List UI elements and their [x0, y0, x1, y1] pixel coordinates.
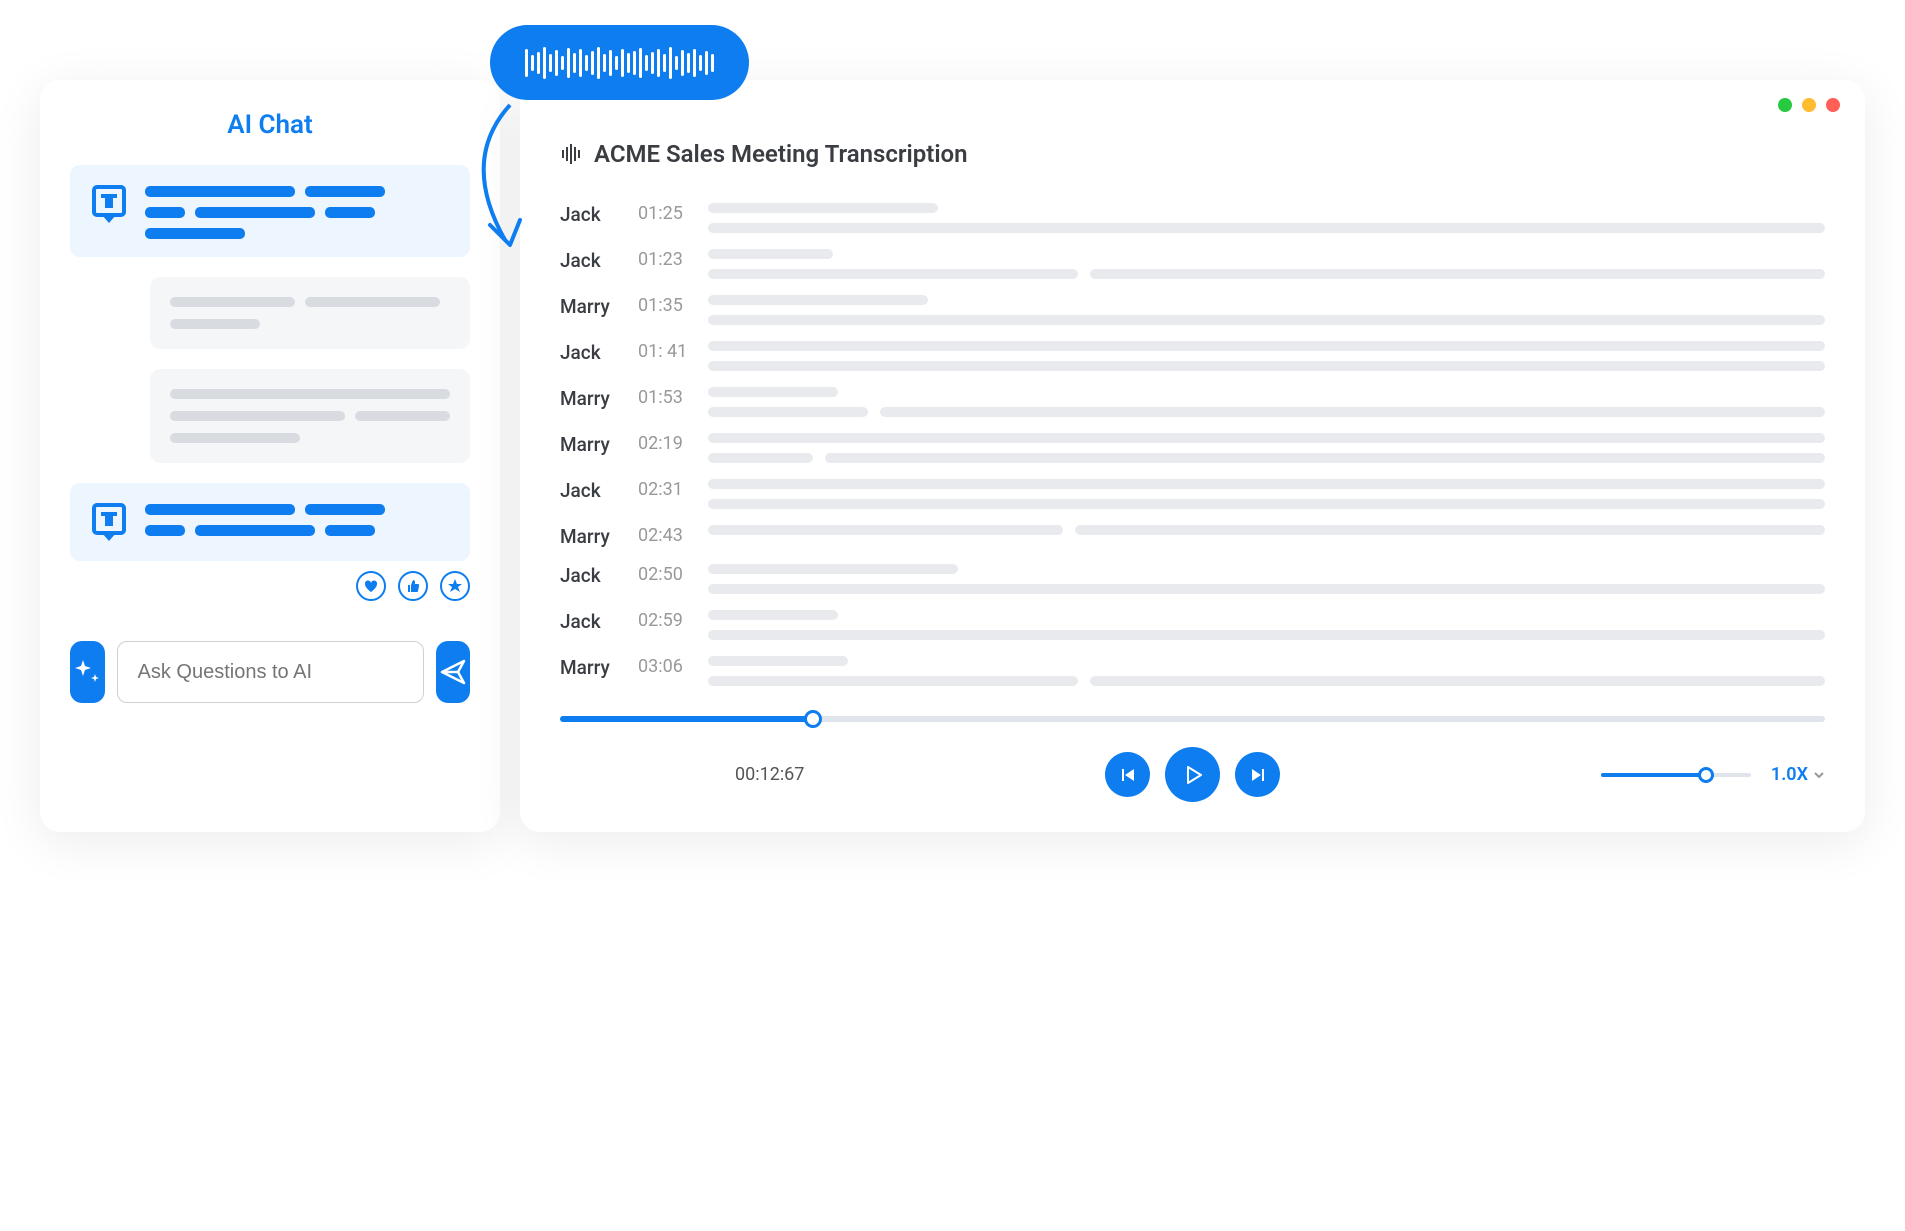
- chat-title: AI Chat: [70, 110, 470, 140]
- speaker-name: Jack: [560, 203, 638, 226]
- speaker-name: Marry: [560, 387, 638, 410]
- table-row: Jack 02:59: [560, 610, 1825, 640]
- audio-waveform-pill: [490, 25, 749, 100]
- transcription-icon: [560, 143, 582, 165]
- window-dot-yellow[interactable]: [1802, 98, 1816, 112]
- speaker-name: Marry: [560, 295, 638, 318]
- window-controls: [1778, 98, 1840, 112]
- star-button[interactable]: [440, 571, 470, 601]
- play-icon: [1182, 764, 1204, 786]
- speaker-name: Jack: [560, 341, 638, 364]
- timestamp: 03:06: [638, 656, 708, 677]
- send-button[interactable]: [436, 641, 471, 703]
- sparkle-button[interactable]: [70, 641, 105, 703]
- ai-message: [70, 165, 470, 257]
- speaker-name: Jack: [560, 249, 638, 272]
- skip-back-icon: [1118, 765, 1138, 785]
- chevron-down-icon: [1813, 769, 1825, 781]
- next-button[interactable]: [1235, 752, 1280, 797]
- speaker-name: Jack: [560, 610, 638, 633]
- audio-progress-bar[interactable]: [560, 716, 1825, 722]
- volume-slider[interactable]: [1601, 773, 1751, 777]
- table-row: Marry 03:06: [560, 656, 1825, 686]
- ai-chat-panel: AI Chat: [40, 80, 500, 832]
- timestamp: 01:25: [638, 203, 708, 224]
- arrow-icon: [460, 100, 550, 255]
- skip-forward-icon: [1248, 765, 1268, 785]
- speaker-name: Marry: [560, 525, 638, 548]
- window-dot-green[interactable]: [1778, 98, 1792, 112]
- table-row: Marry 01:53: [560, 387, 1825, 417]
- timestamp: 01:53: [638, 387, 708, 408]
- speaker-name: Jack: [560, 479, 638, 502]
- table-row: Jack 01:23: [560, 249, 1825, 279]
- ai-message: [70, 483, 470, 561]
- play-button[interactable]: [1165, 747, 1220, 802]
- timestamp: 02:43: [638, 525, 708, 546]
- speed-selector[interactable]: 1.0X: [1771, 764, 1825, 785]
- table-row: Jack 01:25: [560, 203, 1825, 233]
- timestamp: 01:35: [638, 295, 708, 316]
- speaker-name: Marry: [560, 433, 638, 456]
- timestamp: 02:31: [638, 479, 708, 500]
- timestamp: 02:50: [638, 564, 708, 585]
- send-icon: [438, 657, 468, 687]
- transcription-panel: ACME Sales Meeting Transcription Jack 01…: [520, 80, 1865, 832]
- time-display: 00:12:67: [735, 764, 804, 785]
- table-row: Marry 02:43: [560, 525, 1825, 548]
- chat-input[interactable]: [117, 641, 424, 703]
- table-row: Marry 02:19: [560, 433, 1825, 463]
- timestamp: 01:23: [638, 249, 708, 270]
- timestamp: 02:59: [638, 610, 708, 631]
- sparkle-icon: [71, 656, 103, 688]
- thumbs-up-button[interactable]: [398, 571, 428, 601]
- ai-avatar-icon: [88, 501, 130, 543]
- transcription-title: ACME Sales Meeting Transcription: [594, 140, 968, 168]
- table-row: Marry 01:35: [560, 295, 1825, 325]
- waveform-icon: [525, 45, 714, 80]
- speaker-name: Marry: [560, 656, 638, 679]
- user-message: [150, 369, 470, 463]
- volume-handle[interactable]: [1698, 767, 1714, 783]
- heart-button[interactable]: [356, 571, 386, 601]
- previous-button[interactable]: [1105, 752, 1150, 797]
- thumbs-up-icon: [406, 579, 420, 593]
- table-row: Jack 02:31: [560, 479, 1825, 509]
- table-row: Jack 01: 41: [560, 341, 1825, 371]
- transcription-rows: Jack 01:25 Jack 01:23 Marry 01:35: [560, 203, 1825, 686]
- table-row: Jack 02:50: [560, 564, 1825, 594]
- speaker-name: Jack: [560, 564, 638, 587]
- star-icon: [447, 578, 463, 594]
- ai-avatar-icon: [88, 183, 130, 225]
- timestamp: 02:19: [638, 433, 708, 454]
- user-message: [150, 277, 470, 349]
- progress-handle[interactable]: [804, 710, 822, 728]
- window-dot-red[interactable]: [1826, 98, 1840, 112]
- heart-icon: [363, 578, 379, 594]
- timestamp: 01: 41: [638, 341, 708, 362]
